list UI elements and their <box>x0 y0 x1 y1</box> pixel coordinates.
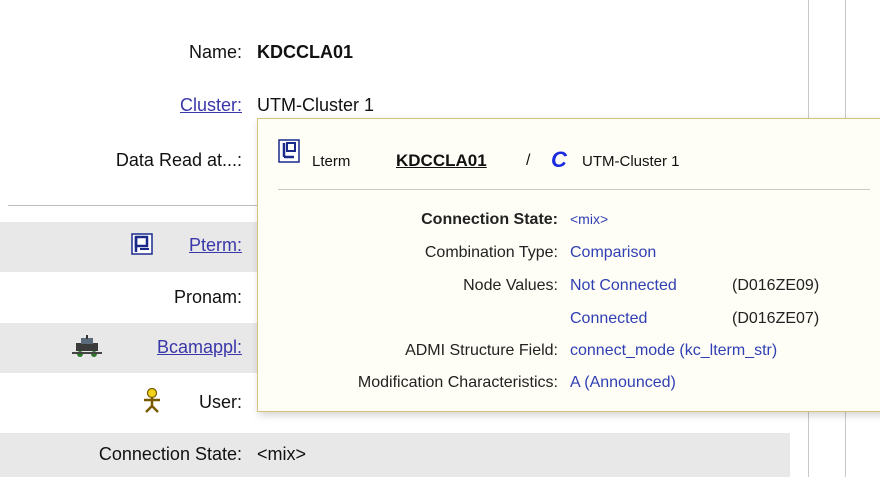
user-icon <box>141 387 163 418</box>
tooltip-key-modification: Modification Characteristics: <box>357 374 558 391</box>
connection-state-value: <mix> <box>257 444 307 464</box>
pronam-label: Pronam: <box>173 287 242 307</box>
tooltip-object-name[interactable]: KDCCLA01 <box>396 151 487 171</box>
bcamappl-icon <box>72 335 102 364</box>
connection-state-label: Connection State: <box>98 444 242 464</box>
tooltip-key-admi-field: ADMI Structure Field: <box>405 342 558 359</box>
tooltip-key-node-values: Node Values: <box>463 277 558 294</box>
tooltip-key-combination-type: Combination Type: <box>424 244 558 261</box>
tooltip-value-combination-type: Comparison <box>570 244 657 261</box>
name-label: Name: <box>188 42 242 62</box>
tooltip-value-node-2: Connected <box>570 310 648 327</box>
tooltip-separator: / <box>526 152 531 169</box>
tooltip-node-id-1: (D016ZE09) <box>732 277 820 294</box>
tooltip-cluster-name: UTM-Cluster 1 <box>582 153 680 170</box>
tooltip-divider <box>278 189 870 190</box>
pterm-link[interactable]: Pterm: <box>189 235 242 256</box>
tooltip-object-type: Lterm <box>312 153 351 170</box>
tooltip-key-connection-state: Connection State: <box>421 211 558 228</box>
tooltip-value-admi-field: connect_mode (kc_lterm_str) <box>570 342 778 359</box>
svg-text:C: C <box>551 147 568 171</box>
cluster-link[interactable]: Cluster: <box>180 95 242 116</box>
pterm-icon <box>130 232 154 261</box>
name-value: KDCCLA01 <box>257 42 354 62</box>
data-read-label: Data Read at...: <box>115 150 242 170</box>
tooltip-value-connection-state: <mix> <box>570 211 609 227</box>
user-label: User: <box>198 392 242 412</box>
tooltip-value-modification: A (Announced) <box>570 374 676 391</box>
tooltip-node-id-2: (D016ZE07) <box>732 310 820 327</box>
info-tooltip: Lterm KDCCLA01 / C UTM-Cluster 1 Connect… <box>257 118 880 412</box>
cluster-value: UTM-Cluster 1 <box>257 95 375 115</box>
bcamappl-link[interactable]: Bcamappl: <box>157 337 242 358</box>
cluster-icon: C <box>550 147 570 176</box>
tooltip-value-node-1: Not Connected <box>570 277 677 294</box>
lterm-icon <box>278 139 300 168</box>
